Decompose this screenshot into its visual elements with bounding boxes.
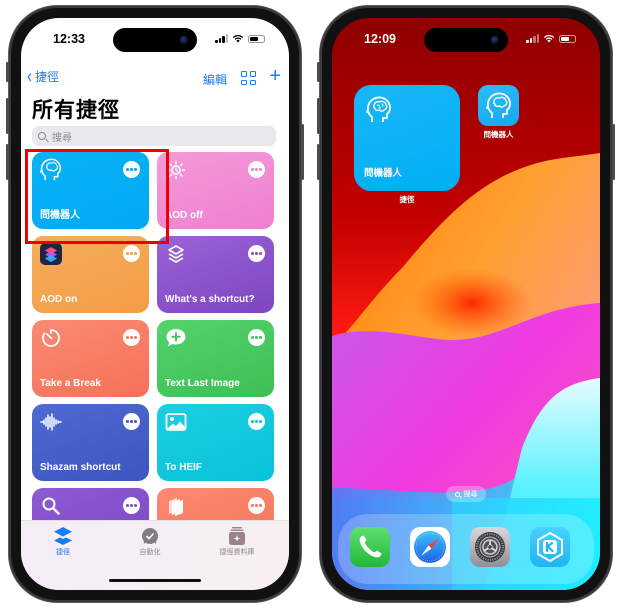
- shortcut-label: Shazam shortcut: [40, 462, 121, 473]
- home-indicator[interactable]: [109, 578, 201, 582]
- search-icon: [40, 495, 62, 517]
- navigation-bar: ‹ 捷徑 編輯 +: [21, 65, 289, 88]
- shortcut-card[interactable]: Text Last Image: [157, 320, 274, 397]
- more-options-icon[interactable]: [248, 329, 265, 346]
- widget-label: 問機器人: [364, 168, 403, 179]
- wifi-icon: [232, 34, 244, 43]
- shortcut-label: AOD off: [165, 210, 203, 221]
- status-time: 12:33: [53, 32, 85, 46]
- tab-shortcuts[interactable]: 捷徑: [23, 527, 103, 557]
- wifi-icon: [543, 34, 555, 43]
- widget-caption: 捷徑: [399, 195, 415, 204]
- tab-label: 自動化: [139, 549, 161, 556]
- shortcuts-app-screen: 12:33 ‹ 捷徑 編輯 + 所有捷徑 搜尋 問機器人 AOD off AOD…: [21, 18, 289, 590]
- more-options-icon[interactable]: [123, 329, 140, 346]
- tab-label: 捷徑: [56, 549, 70, 556]
- volume-up-button: [6, 98, 9, 134]
- back-label: 捷徑: [35, 70, 60, 84]
- right-phone-frame: 12:09 問機器人 捷徑 問機器人 搜尋: [317, 6, 615, 602]
- phone-icon: [359, 535, 382, 558]
- layers-icon: [165, 243, 187, 265]
- sun-moon-icon: [165, 159, 187, 181]
- action-button: [6, 62, 9, 82]
- settings-app[interactable]: [470, 527, 510, 567]
- more-options-icon[interactable]: [123, 413, 140, 430]
- brain-head-icon: [366, 96, 391, 122]
- dynamic-island: [113, 28, 197, 52]
- shortcut-card[interactable]: Shazam shortcut: [32, 404, 149, 481]
- kkbox-app[interactable]: [530, 527, 570, 567]
- shortcut-card[interactable]: To HEIF: [157, 404, 274, 481]
- layers-icon: [53, 527, 73, 545]
- home-search-label: 搜尋: [463, 491, 478, 498]
- tab-automation[interactable]: 自動化: [110, 527, 190, 557]
- back-button[interactable]: ‹ 捷徑: [27, 65, 60, 88]
- status-time: 12:09: [364, 32, 396, 46]
- safari-app[interactable]: [410, 527, 450, 567]
- search-icon: [454, 491, 460, 497]
- tab-bar: 捷徑 自動化 捷徑資料庫: [21, 520, 289, 590]
- shortcuts-app-icon: [40, 243, 62, 265]
- shortcut-label: 問機器人: [40, 210, 80, 221]
- more-options-icon[interactable]: [248, 161, 265, 178]
- more-options-icon[interactable]: [248, 413, 265, 430]
- brain-head-icon: [485, 92, 511, 118]
- home-search-button[interactable]: 搜尋: [446, 486, 486, 502]
- search-icon: [38, 132, 46, 140]
- search-placeholder: 搜尋: [52, 132, 72, 144]
- shortcut-card[interactable]: What's a shortcut?: [157, 236, 274, 313]
- add-shortcut-button[interactable]: +: [269, 66, 281, 86]
- more-options-icon[interactable]: [248, 245, 265, 262]
- cellular-signal-icon: [215, 34, 228, 43]
- shortcut-label: To HEIF: [165, 462, 203, 473]
- shortcut-app-icon[interactable]: [478, 85, 519, 126]
- search-field[interactable]: 搜尋: [32, 126, 276, 146]
- photo-icon: [165, 411, 187, 433]
- more-options-icon[interactable]: [123, 245, 140, 262]
- kkbox-icon: [537, 531, 563, 563]
- shortcut-label: What's a shortcut?: [165, 294, 255, 305]
- page-title: 所有捷徑: [32, 99, 120, 122]
- battery-icon: [559, 34, 576, 43]
- volume-up-button: [317, 98, 320, 134]
- gallery-icon: [227, 527, 247, 545]
- message-plus-icon: [165, 327, 187, 349]
- app-icon-caption: 問機器人: [483, 130, 514, 139]
- settings-gear-icon: [475, 532, 505, 562]
- clock-check-icon: [140, 527, 160, 545]
- tab-gallery[interactable]: 捷徑資料庫: [197, 527, 277, 557]
- grid-view-button[interactable]: [241, 71, 256, 85]
- shortcut-card[interactable]: AOD on: [32, 236, 149, 313]
- cellular-signal-icon: [526, 34, 539, 43]
- tab-label: 捷徑資料庫: [219, 549, 255, 556]
- shortcut-card[interactable]: Take a Break: [32, 320, 149, 397]
- waveform-icon: [40, 411, 62, 433]
- dock: [338, 514, 594, 584]
- shortcut-label: Take a Break: [40, 378, 101, 389]
- volume-down-button: [317, 144, 320, 180]
- battery-icon: [248, 34, 265, 43]
- shortcut-label: Text Last Image: [165, 378, 240, 389]
- power-button: [301, 124, 304, 180]
- books-icon: [165, 495, 187, 517]
- more-options-icon[interactable]: [248, 497, 265, 514]
- action-button: [317, 62, 320, 82]
- home-screen: 12:09 問機器人 捷徑 問機器人 搜尋: [332, 18, 600, 590]
- more-options-icon[interactable]: [123, 497, 140, 514]
- shortcut-widget[interactable]: 問機器人: [354, 85, 460, 191]
- power-button: [612, 124, 615, 180]
- safari-compass-icon: [414, 531, 446, 563]
- shortcut-card[interactable]: AOD off: [157, 152, 274, 229]
- shortcut-label: AOD on: [40, 294, 78, 305]
- timer-icon: [40, 327, 62, 349]
- phone-app[interactable]: [350, 527, 390, 567]
- more-options-icon[interactable]: [123, 161, 140, 178]
- left-phone-frame: 12:33 ‹ 捷徑 編輯 + 所有捷徑 搜尋 問機器人 AOD off AOD…: [6, 6, 304, 602]
- volume-down-button: [6, 144, 9, 180]
- brain-head-icon: [40, 158, 62, 181]
- shortcut-card[interactable]: 問機器人: [32, 152, 149, 229]
- edit-button[interactable]: 編輯: [203, 71, 227, 88]
- dynamic-island: [424, 28, 508, 52]
- chevron-left-icon: ‹: [27, 65, 32, 88]
